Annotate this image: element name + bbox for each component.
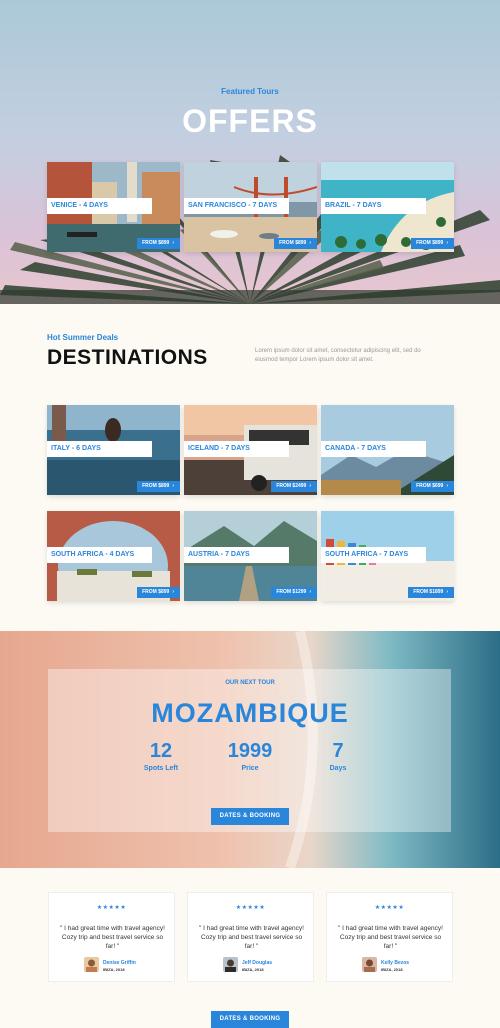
star-rating-icon: ★★★★★ xyxy=(235,905,266,911)
avatar xyxy=(362,957,377,972)
hero-title: OFFERS xyxy=(182,103,318,139)
stat-days: 7 Days xyxy=(298,740,378,772)
destination-card-canada[interactable]: CANADA - 7 DAYS FROM $699 › xyxy=(321,405,454,495)
chevron-right-icon: › xyxy=(172,589,174,595)
offer-card-brazil[interactable]: BRAZIL - 7 DAYS FROM $899 › xyxy=(321,162,454,252)
destination-price-button[interactable]: FROM $1899 › xyxy=(408,587,454,598)
destination-label: SOUTH AFRICA - 7 DAYS xyxy=(321,547,426,563)
next-tour-title: MOZAMBIQUE xyxy=(151,698,349,728)
destination-price-button[interactable]: FROM $899 › xyxy=(137,587,180,598)
price-text: FROM $699 xyxy=(416,483,444,489)
reviewer-meta: IBIZA, 2018 xyxy=(242,967,264,972)
stat-caption: Spots Left xyxy=(143,765,179,772)
testimonial-quote: " I had great time with travel agency! C… xyxy=(338,925,443,950)
offer-label: BRAZIL - 7 DAYS xyxy=(321,198,426,214)
offer-label: SAN FRANCISCO - 7 DAYS xyxy=(184,198,289,214)
price-text: FROM $899 xyxy=(142,589,170,595)
hero-subtitle: Featured Tours xyxy=(221,87,279,96)
destination-label: CANADA - 7 DAYS xyxy=(321,441,426,457)
chevron-right-icon: › xyxy=(172,240,174,246)
reviewer-name: Denise Griffin xyxy=(103,960,136,966)
stat-caption: Days xyxy=(329,765,347,772)
price-text: FROM $899 xyxy=(416,240,444,246)
price-text: FROM $1299 xyxy=(276,589,307,595)
destination-card-italy[interactable]: ITALY - 6 DAYS FROM $899 › xyxy=(47,405,180,495)
chevron-right-icon: › xyxy=(172,483,174,489)
avatar xyxy=(84,957,99,972)
destination-price-button[interactable]: FROM $899 › xyxy=(137,481,180,492)
avatar xyxy=(223,957,238,972)
destination-label: ICELAND - 7 DAYS xyxy=(184,441,289,457)
destination-label: ITALY - 6 DAYS xyxy=(47,441,152,457)
dates-booking-button[interactable]: DATES & BOOKING xyxy=(211,808,289,825)
next-tour-section: OUR NEXT TOUR MOZAMBIQUE 12 Spots Left 1… xyxy=(0,631,500,868)
hero-section: Featured Tours OFFERS VENICE - 4 DAYS FR… xyxy=(0,0,500,304)
testimonial-quote: " I had great time with travel agency! C… xyxy=(60,925,165,950)
price-text: FROM $899 xyxy=(142,240,170,246)
stat-spots-left: 12 Spots Left xyxy=(121,740,201,772)
offer-price-button[interactable]: FROM $899 › xyxy=(274,238,317,249)
reviewer-meta: IBIZA, 2018 xyxy=(381,967,403,972)
testimonial-card: ★★★★★ " I had great time with travel age… xyxy=(187,892,314,982)
testimonial-card: ★★★★★ " I had great time with travel age… xyxy=(48,892,175,982)
destination-card-south-africa-4[interactable]: SOUTH AFRICA - 4 DAYS FROM $899 › xyxy=(47,511,180,601)
destinations-description: Lorem ipsum dolor sit amet, consectetur … xyxy=(255,348,421,363)
chevron-right-icon: › xyxy=(446,240,448,246)
testimonial-card: ★★★★★ " I had great time with travel age… xyxy=(326,892,453,982)
testimonial-quote: " I had great time with travel agency! C… xyxy=(199,925,304,950)
reviewer-name: Kelly Bezos xyxy=(381,960,410,966)
offer-price-button[interactable]: FROM $899 › xyxy=(411,238,454,249)
offer-label: VENICE - 4 DAYS xyxy=(47,198,152,214)
star-rating-icon: ★★★★★ xyxy=(374,905,405,911)
destinations-title: DESTINATIONS xyxy=(47,346,208,369)
chevron-right-icon: › xyxy=(309,483,311,489)
chevron-right-icon: › xyxy=(309,240,311,246)
destination-label: AUSTRIA - 7 DAYS xyxy=(184,547,289,563)
destination-price-button[interactable]: FROM $1299 › xyxy=(271,587,317,598)
offer-card-venice[interactable]: VENICE - 4 DAYS FROM $899 › xyxy=(47,162,180,252)
price-text: FROM $2499 xyxy=(276,483,307,489)
stat-value: 12 xyxy=(149,740,173,762)
destination-card-iceland[interactable]: ICELAND - 7 DAYS FROM $2499 › xyxy=(184,405,317,495)
destinations-subtitle: Hot Summer Deals xyxy=(47,333,119,342)
price-text: FROM $1899 xyxy=(413,589,444,595)
reviewer-meta: IBIZA, 2018 xyxy=(103,967,125,972)
destination-card-south-africa-7[interactable]: SOUTH AFRICA - 7 DAYS FROM $1899 › xyxy=(321,511,454,601)
stat-value: 7 xyxy=(332,740,344,762)
offer-price-button[interactable]: FROM $899 › xyxy=(137,238,180,249)
footer-dates-booking-button[interactable]: DATES & BOOKING xyxy=(211,1011,289,1028)
price-text: FROM $899 xyxy=(142,483,170,489)
reviewer-name: Jeff Douglas xyxy=(242,960,273,966)
star-rating-icon: ★★★★★ xyxy=(96,905,127,911)
destination-price-button[interactable]: FROM $699 › xyxy=(411,481,454,492)
chevron-right-icon: › xyxy=(309,589,311,595)
price-text: FROM $899 xyxy=(279,240,307,246)
destination-card-austria[interactable]: AUSTRIA - 7 DAYS FROM $1299 › xyxy=(184,511,317,601)
destination-label: SOUTH AFRICA - 4 DAYS xyxy=(47,547,152,563)
stat-price: 1999 Price xyxy=(210,740,290,772)
chevron-right-icon: › xyxy=(446,483,448,489)
stat-value: 1999 xyxy=(227,740,273,762)
next-tour-subtitle: OUR NEXT TOUR xyxy=(225,680,275,686)
stat-caption: Price xyxy=(241,765,259,772)
offer-card-san-francisco[interactable]: SAN FRANCISCO - 7 DAYS FROM $899 › xyxy=(184,162,317,252)
destination-price-button[interactable]: FROM $2499 › xyxy=(271,481,317,492)
chevron-right-icon: › xyxy=(446,589,448,595)
